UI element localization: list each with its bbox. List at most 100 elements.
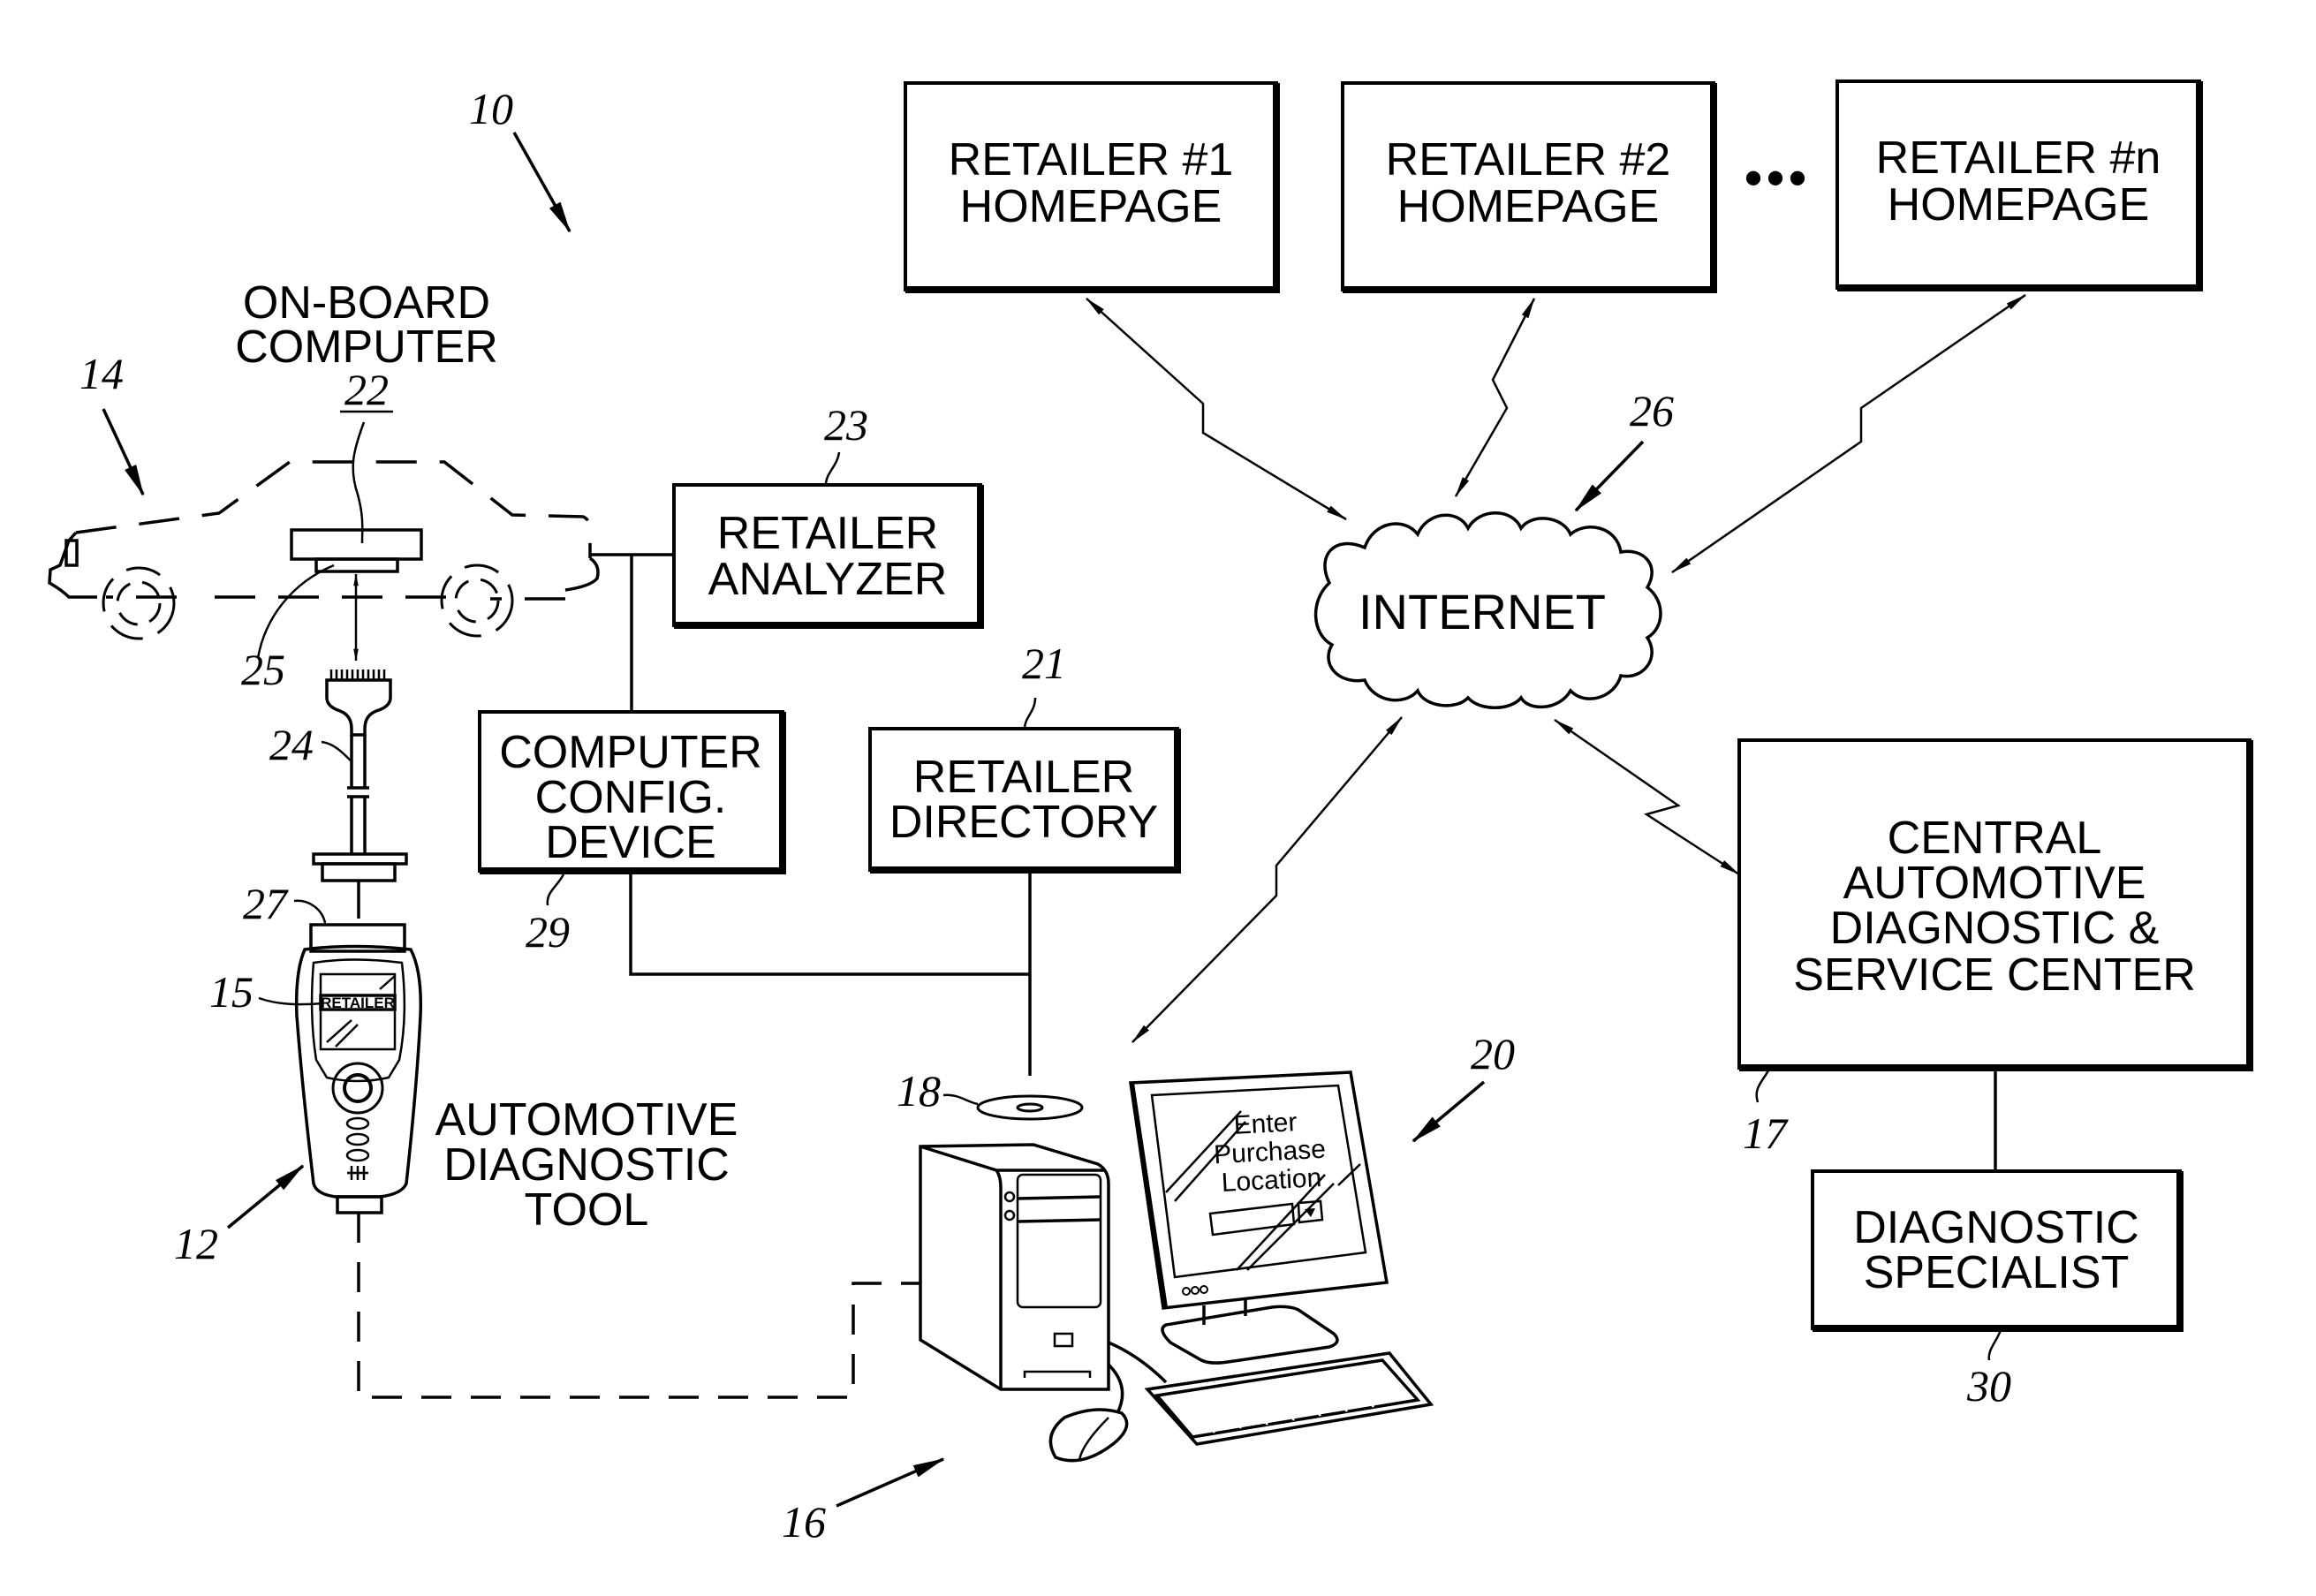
tower-drive-bay [1016, 1173, 1102, 1309]
ref-label-23: 23 [824, 400, 868, 450]
central-center-line3: DIAGNOSTIC & [1830, 903, 2160, 954]
ref-arrow-10 [512, 132, 571, 233]
ref-label-17: 17 [1743, 1108, 1789, 1158]
retailer-2-line1: RETAILER #2 [1386, 134, 1671, 185]
config-device-line1: COMPUTER [499, 727, 762, 778]
config-device-line2: CONFIG. [535, 772, 727, 823]
tool-nav-ring [331, 1062, 384, 1115]
ref-arrow-12 [226, 1164, 305, 1229]
wireless-link-retailer-n [1671, 293, 2026, 574]
drive-slot-2 [1017, 1218, 1101, 1223]
front-wheel [102, 566, 176, 640]
retailer-analyzer-line1: RETAILER [717, 508, 938, 559]
ref-label-29: 29 [526, 907, 570, 957]
monitor-side [1131, 1083, 1168, 1308]
obd-cable [312, 669, 408, 919]
leader-29 [546, 874, 565, 906]
ref-label-18: 18 [897, 1066, 941, 1116]
leader-23 [824, 451, 841, 486]
vehicle [48, 460, 600, 640]
ref-arrow-16 [836, 1457, 945, 1508]
patent-figure: 10 RETAILER #1 HOMEPAGE RETAILER #2 HOME… [48, 79, 2253, 1547]
drive-slot-1 [1017, 1195, 1101, 1200]
rear-wheel [440, 564, 514, 638]
ref-arrow-20 [1412, 1080, 1486, 1143]
retailer-homepage-2: RETAILER #2 HOMEPAGE [1341, 81, 1717, 293]
ref-label-21: 21 [1022, 639, 1066, 688]
ref-label-14: 14 [79, 349, 124, 398]
specialist-line2: SPECIALIST [1864, 1247, 2130, 1298]
ref-label-10: 10 [469, 84, 513, 133]
cable-tool-plug [321, 862, 397, 882]
retailer-n-line1: RETAILER #n [1876, 132, 2161, 184]
personal-computer: Enter Purchase Location [919, 1070, 1434, 1463]
cable-body [347, 735, 369, 854]
retailer-analyzer: RETAILER ANALYZER [672, 483, 984, 629]
wireless-link-central-center [1554, 718, 1741, 876]
tool-label-line2: DIAGNOSTIC [443, 1139, 730, 1191]
tool-button-2 [345, 1132, 370, 1146]
retailer-1-line2: HOMEPAGE [960, 181, 1222, 232]
tool-label-line1: AUTOMOTIVE [435, 1094, 738, 1146]
computer-config-device: COMPUTER CONFIG. DEVICE [478, 710, 786, 874]
tool-button-3 [345, 1148, 370, 1162]
obd-connector-head [325, 678, 392, 737]
mouse-cable [1107, 1363, 1124, 1414]
monitor-button-1 [1182, 1287, 1191, 1296]
tool-display-text: RETAILER [321, 995, 395, 1011]
leader-21 [1023, 697, 1037, 730]
disc-outer [976, 1094, 1084, 1121]
central-center-line1: CENTRAL [1888, 813, 2102, 864]
ref-label-30: 30 [1966, 1361, 2011, 1411]
ref-label-26: 26 [1630, 386, 1674, 435]
internet-label: INTERNET [1359, 584, 1606, 639]
tower-led-1 [1003, 1191, 1016, 1203]
front-tire [102, 566, 176, 640]
tool-label-line3: TOOL [525, 1184, 649, 1236]
tool-computer-dashed-link [357, 1213, 920, 1399]
ref-label-20: 20 [1471, 1029, 1515, 1078]
diagnostic-specialist: DIAGNOSTIC SPECIALIST [1811, 1169, 2184, 1332]
onboard-computer-unit [290, 528, 423, 561]
software-disc [976, 1094, 1084, 1121]
retailer-directory-line1: RETAILER [913, 752, 1134, 803]
retailer-n-line2: HOMEPAGE [1888, 179, 2150, 231]
tool-button-1 [345, 1116, 370, 1131]
link-config-disc [629, 871, 1030, 976]
tool-label: AUTOMOTIVE DIAGNOSTIC TOOL [435, 1094, 738, 1236]
wireless-link-retailer-2 [1454, 297, 1536, 498]
ref-label-22: 22 [344, 365, 389, 414]
ref-label-27: 27 [243, 879, 289, 928]
mouse-button-divider [1078, 1417, 1109, 1461]
config-device-line3: DEVICE [545, 817, 716, 868]
tower-front-edge [920, 1145, 1003, 1389]
ref-label-15: 15 [209, 967, 254, 1017]
retailer-homepage-1: RETAILER #1 HOMEPAGE [904, 81, 1280, 293]
ref-arrow-26 [1574, 440, 1645, 512]
vehicle-rear [564, 556, 600, 592]
ref-label-24: 24 [269, 720, 314, 769]
leader-24 [321, 740, 352, 762]
ref-arrow-14 [102, 408, 145, 496]
specialist-line1: DIAGNOSTIC [1853, 1202, 2139, 1253]
diagnostic-port [314, 557, 399, 573]
leader-18 [942, 1093, 979, 1106]
monitor-button-3 [1200, 1285, 1208, 1294]
purchase-location-dropdown [1208, 1202, 1296, 1237]
computer-tower [919, 1143, 1110, 1391]
retailer-2-line2: HOMEPAGE [1397, 181, 1660, 232]
tool-grip-icon [347, 1166, 368, 1180]
connector-pins [329, 669, 386, 680]
automotive-diagnostic-tool: RETAILER [294, 923, 423, 1214]
internet-cloud: INTERNET [1313, 511, 1662, 709]
tower-base-slot [1023, 1370, 1092, 1378]
leader-17 [1755, 1070, 1770, 1103]
tool-body [294, 944, 423, 1199]
tool-nav-button [343, 1073, 373, 1103]
tool-screen-glare [326, 975, 396, 1048]
tower-led-2 [1003, 1209, 1016, 1222]
rear-hub [454, 578, 500, 624]
tower-power-button [1053, 1332, 1074, 1348]
vehicle-body-top [75, 460, 592, 558]
monitor-button-2 [1191, 1286, 1200, 1295]
